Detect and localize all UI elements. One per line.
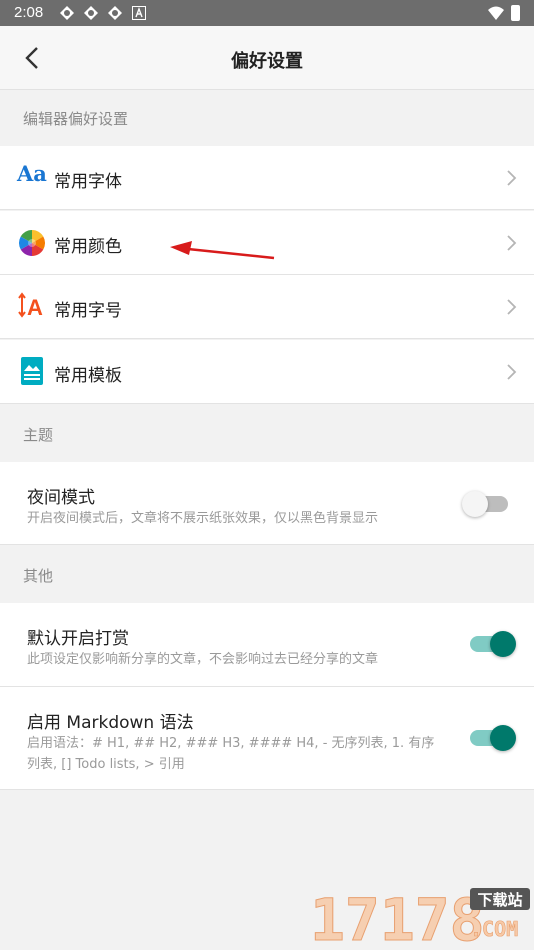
setting-item-font[interactable]: Aa 常用字体 [0, 146, 534, 210]
template-icon [21, 357, 43, 385]
setting-item-label: 常用模板 [54, 366, 122, 386]
wifi-icon [488, 6, 504, 20]
reward-toggle[interactable] [470, 631, 516, 657]
battery-icon [511, 5, 520, 21]
setting-description: 启用语法：# H1, ## H2, ### H3, #### H4, - 无序列… [27, 736, 435, 772]
status-time: 2:08 [14, 4, 44, 21]
section-header-theme: 主题 [23, 426, 54, 444]
setting-title: 启用 Markdown 语法 [27, 713, 194, 733]
svg-text:.COM: .COM [470, 917, 518, 941]
a-notification-icon [132, 6, 146, 20]
markdown-toggle[interactable] [470, 725, 516, 751]
title-bar: 偏好设置 [0, 26, 534, 90]
watermark-logo: 17178 下载站 .COM [310, 886, 530, 946]
chevron-right-icon [507, 299, 517, 315]
font-icon: Aa [17, 161, 47, 186]
setting-night-mode[interactable]: 夜间模式 开启夜间模式后，文章将不展示纸张效果，仅以黑色背景显示 [0, 462, 534, 545]
section-header-editor: 编辑器偏好设置 [23, 110, 129, 128]
setting-description: 开启夜间模式后，文章将不展示纸张效果，仅以黑色背景显示 [27, 511, 379, 526]
setting-title: 默认开启打赏 [27, 629, 129, 649]
setting-item-label: 常用字体 [54, 172, 122, 192]
toggle-knob [490, 725, 516, 751]
color-wheel-icon [19, 230, 45, 256]
chevron-right-icon [507, 235, 517, 251]
setting-item-font-size[interactable]: A 常用字号 [0, 275, 534, 339]
page-title: 偏好设置 [231, 51, 303, 72]
setting-reward[interactable]: 默认开启打赏 此项设定仅影响新分享的文章，不会影响过去已经分享的文章 [0, 603, 534, 687]
setting-description: 此项设定仅影响新分享的文章，不会影响过去已经分享的文章 [27, 652, 379, 667]
setting-item-label: 常用字号 [54, 301, 122, 321]
setting-title: 夜间模式 [27, 488, 95, 508]
app-notification-icon [60, 6, 74, 20]
chevron-right-icon [507, 364, 517, 380]
annotation-arrow-icon [170, 241, 275, 260]
night-mode-toggle[interactable] [462, 491, 508, 517]
app-notification-icon [108, 6, 122, 20]
font-size-icon: A [18, 292, 43, 320]
status-bar: 2:08 [0, 0, 534, 26]
toggle-knob [462, 491, 488, 517]
svg-text:A: A [27, 295, 43, 320]
svg-text:17178: 17178 [310, 886, 485, 946]
setting-markdown[interactable]: 启用 Markdown 语法 启用语法：# H1, ## H2, ### H3,… [0, 687, 534, 790]
section-header-other: 其他 [23, 567, 54, 585]
toggle-knob [490, 631, 516, 657]
chevron-right-icon [507, 170, 517, 186]
svg-text:下载站: 下载站 [477, 891, 522, 909]
setting-item-template[interactable]: 常用模板 [0, 340, 534, 404]
setting-item-label: 常用颜色 [54, 237, 122, 257]
app-notification-icon [84, 6, 98, 20]
